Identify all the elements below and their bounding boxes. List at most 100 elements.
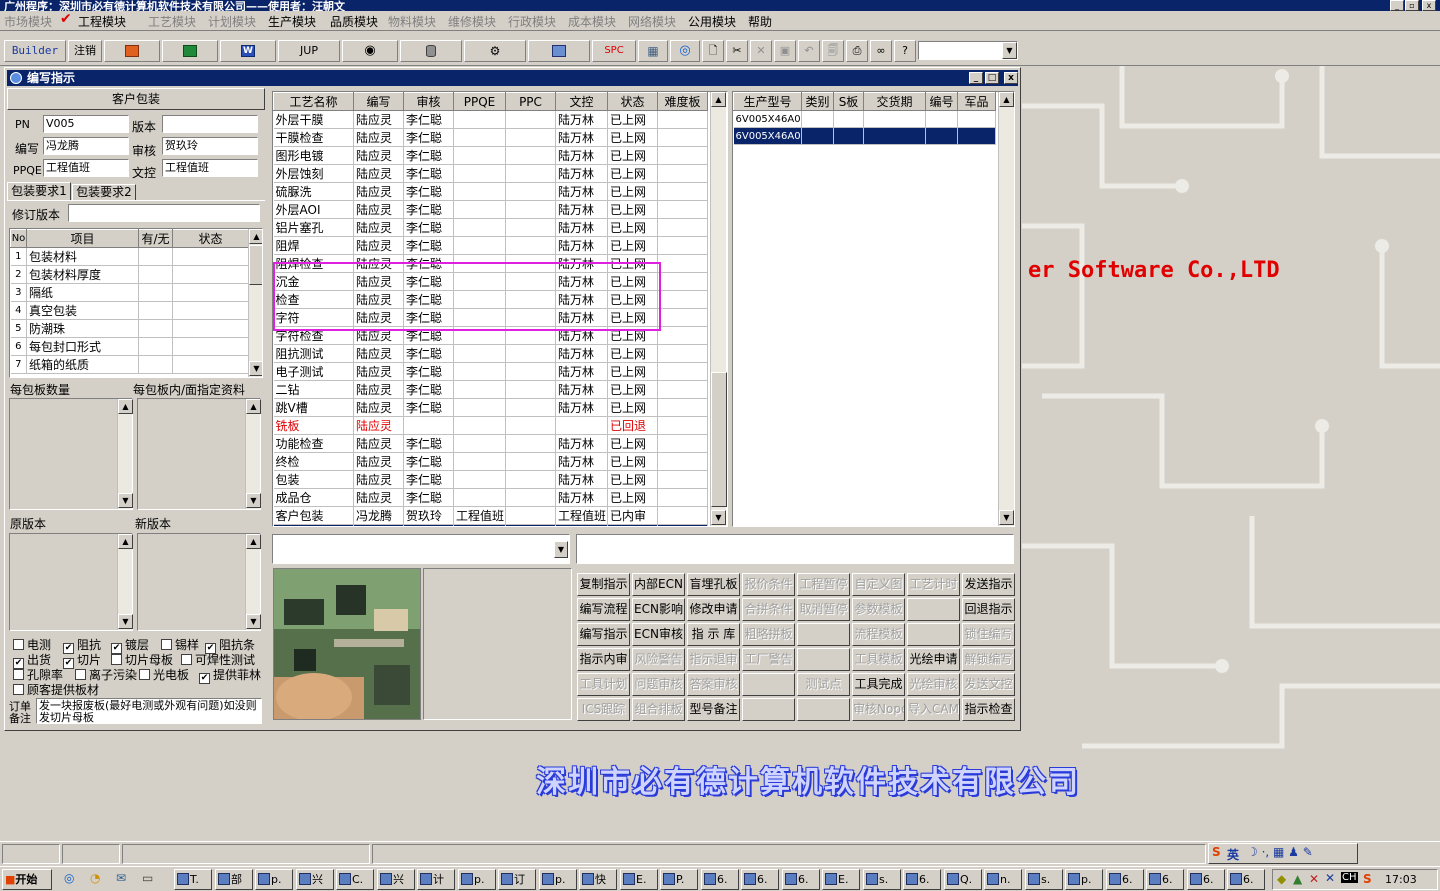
process-row[interactable]: 阻焊 陆应灵 李仁聪 陆万林 已上网 bbox=[273, 236, 708, 255]
eye-button[interactable]: ◉ bbox=[342, 40, 398, 62]
action-button-2-1[interactable]: ECN审核 bbox=[632, 623, 685, 646]
model-column-header[interactable]: 军品 bbox=[957, 92, 996, 111]
old-version-memo[interactable]: ▲ ▼ bbox=[9, 533, 133, 631]
version-field[interactable] bbox=[162, 115, 258, 133]
writer-field[interactable]: 冯龙腾 bbox=[43, 137, 129, 155]
checkbox-box[interactable]: ✔ bbox=[63, 658, 74, 669]
builder-button[interactable]: Builder bbox=[4, 40, 66, 62]
delete-button[interactable]: ✕ bbox=[750, 40, 772, 62]
scroll-up-icon[interactable]: ▲ bbox=[118, 399, 133, 414]
checkbox-box[interactable] bbox=[161, 639, 172, 650]
taskbar-item[interactable]: 6. bbox=[1106, 869, 1144, 890]
computer-button[interactable] bbox=[528, 40, 590, 62]
menu-item-6[interactable]: 物料模块 bbox=[388, 13, 436, 30]
app-restore-button[interactable]: ▫ bbox=[1405, 0, 1419, 11]
scroll-up-icon[interactable]: ▲ bbox=[711, 92, 726, 107]
action-button-5-3[interactable] bbox=[742, 698, 795, 721]
taskbar-item[interactable]: p. bbox=[539, 869, 577, 890]
powerpoint-button[interactable] bbox=[104, 40, 160, 62]
process-row[interactable]: 外层蚀刻 陆应灵 李仁聪 陆万林 已上网 bbox=[273, 164, 708, 183]
action-button-0-7[interactable]: 发送指示 bbox=[962, 573, 1015, 596]
model-column-header[interactable]: 交货期 bbox=[863, 92, 926, 111]
taskbar-item[interactable]: p. bbox=[458, 869, 496, 890]
process-row[interactable]: 成品仓 陆应灵 李仁聪 陆万林 已上网 bbox=[273, 488, 708, 507]
checkbox-12[interactable]: ✔ 提供菲林 bbox=[199, 666, 261, 684]
outlook-icon[interactable]: ✉ bbox=[116, 871, 126, 885]
action-button-4-2[interactable]: 答案审核 bbox=[687, 673, 740, 696]
process-row[interactable]: 外层干膜 陆应灵 李仁聪 陆万林 已上网 bbox=[273, 110, 708, 129]
taskbar-item[interactable]: E. bbox=[822, 869, 860, 890]
taskbar-item[interactable]: 兴 bbox=[296, 869, 334, 890]
process-row[interactable]: 阻抗测试 陆应灵 李仁聪 陆万林 已上网 bbox=[273, 344, 708, 363]
action-button-0-4[interactable]: 工程暂停 bbox=[797, 573, 850, 596]
process-row[interactable]: 电子测试 陆应灵 李仁聪 陆万林 已上网 bbox=[273, 362, 708, 381]
language-indicator[interactable]: CH bbox=[1341, 872, 1358, 883]
scroll-thumb[interactable] bbox=[249, 245, 262, 285]
menu-item-11[interactable]: 公用模块 bbox=[688, 13, 736, 30]
word-button[interactable]: W bbox=[220, 40, 276, 62]
ppqe-field[interactable]: 工程值班 bbox=[43, 159, 129, 177]
action-button-4-4[interactable]: 测试点 bbox=[797, 673, 850, 696]
window-close-button[interactable]: x bbox=[1004, 72, 1018, 84]
taskbar-item[interactable]: Q. bbox=[944, 869, 982, 890]
process-column-header[interactable]: PPC bbox=[505, 92, 556, 111]
browser-button[interactable]: ◎ bbox=[670, 40, 700, 62]
scroll-up-icon[interactable]: ▲ bbox=[246, 399, 261, 414]
database-button[interactable] bbox=[400, 40, 462, 62]
requirement-status[interactable] bbox=[172, 319, 249, 338]
checkbox-box[interactable] bbox=[111, 654, 122, 665]
model-scrollbar[interactable]: ▲ ▼ bbox=[998, 92, 1014, 526]
checkbox-box[interactable] bbox=[139, 669, 150, 680]
model-row[interactable]: 6V005X46A0 bbox=[733, 110, 996, 128]
action-button-1-7[interactable]: 回退指示 bbox=[962, 598, 1015, 621]
start-button[interactable]: ■开始 bbox=[2, 869, 52, 890]
process-row[interactable]: 干膜检查 陆应灵 李仁聪 陆万林 已上网 bbox=[273, 128, 708, 147]
action-button-4-5[interactable]: 工具完成 bbox=[852, 673, 905, 696]
requirement-has[interactable] bbox=[138, 247, 173, 266]
process-column-header[interactable]: 文控 bbox=[555, 92, 608, 111]
app-close-button[interactable]: x bbox=[1422, 0, 1436, 11]
requirement-row[interactable]: 2 包装材料厚度 bbox=[10, 265, 249, 284]
process-column-header[interactable]: PPQE bbox=[453, 92, 506, 111]
process-row[interactable]: 终检 陆应灵 李仁聪 陆万林 已上网 bbox=[273, 452, 708, 471]
scroll-down-icon[interactable]: ▼ bbox=[711, 510, 726, 525]
action-button-5-5[interactable]: 审核Nope bbox=[852, 698, 905, 721]
note-input[interactable] bbox=[576, 534, 1014, 564]
scroll-thumb[interactable] bbox=[711, 372, 727, 507]
action-button-4-7[interactable]: 发送文控 bbox=[962, 673, 1015, 696]
cut-button[interactable]: ✂ bbox=[726, 40, 748, 62]
logout-button[interactable]: 注销 bbox=[68, 40, 102, 62]
requirement-column-header[interactable]: No bbox=[10, 229, 27, 248]
process-column-header[interactable]: 难度板 bbox=[657, 92, 708, 111]
action-button-4-6[interactable]: 光绘审核 bbox=[907, 673, 960, 696]
action-button-4-3[interactable] bbox=[742, 673, 795, 696]
scroll-down-icon[interactable]: ▼ bbox=[118, 493, 133, 508]
scroll-down-icon[interactable]: ▼ bbox=[999, 510, 1014, 525]
action-button-1-1[interactable]: ECN影响 bbox=[632, 598, 685, 621]
taskbar-item[interactable]: 6. bbox=[903, 869, 941, 890]
chevron-down-icon[interactable]: ▼ bbox=[1002, 42, 1017, 59]
review-field[interactable]: 贺玖玲 bbox=[162, 137, 258, 155]
taskbar-item[interactable]: 订 bbox=[498, 869, 536, 890]
new-version-memo[interactable]: ▲ ▼ bbox=[137, 533, 261, 631]
requirement-row[interactable]: 7 纸箱的纸质 bbox=[10, 355, 249, 374]
menu-item-12[interactable]: 帮助 bbox=[748, 13, 772, 30]
tray-icon-1[interactable]: ◆ bbox=[1277, 872, 1286, 886]
checkbox-box[interactable] bbox=[13, 669, 24, 680]
help-button[interactable]: ? bbox=[894, 40, 916, 62]
process-column-header[interactable]: 编写 bbox=[353, 92, 404, 111]
sogou-tray-icon[interactable]: S bbox=[1363, 872, 1372, 886]
action-button-1-0[interactable]: 编写流程 bbox=[577, 598, 630, 621]
checkbox-box[interactable] bbox=[13, 684, 24, 695]
requirement-column-header[interactable]: 状态 bbox=[172, 229, 249, 248]
tray-icon-2[interactable]: ▲ bbox=[1293, 872, 1302, 886]
checkbox-box[interactable] bbox=[13, 639, 24, 650]
requirement-has[interactable] bbox=[138, 301, 173, 320]
taskbar-item[interactable]: E. bbox=[620, 869, 658, 890]
process-row[interactable]: 硫脲洗 陆应灵 李仁聪 陆万林 已上网 bbox=[273, 182, 708, 201]
requirement-row[interactable]: 5 防潮珠 bbox=[10, 319, 249, 338]
requirement-row[interactable]: 4 真空包装 bbox=[10, 301, 249, 320]
requirement-row[interactable]: 1 包装材料 bbox=[10, 247, 249, 266]
action-button-5-6[interactable]: 导入CAM bbox=[907, 698, 960, 721]
action-button-3-2[interactable]: 指示退审 bbox=[687, 648, 740, 671]
